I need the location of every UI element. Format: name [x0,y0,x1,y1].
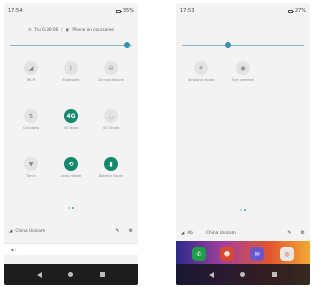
signal-icon: ◢ [9,228,13,234]
dnd-icon: ⊖ [104,61,118,75]
status-time: 17:53 [180,8,195,14]
phone-app-icon[interactable]: ✆ [192,247,206,261]
recents-icon[interactable] [271,272,277,277]
status-bar: 17:54 35% [4,3,138,19]
battery-icon [115,9,122,13]
network-row: ◢ China Unicom ✎ ⚙ [4,225,138,237]
pencil-icon[interactable]: ✎ [115,228,119,234]
comparison-canvas: 17:54 35% ⊙ Tru 0:30:00 | ◐ Phone on cou… [0,0,311,287]
timer-label: Tru 0:30:00 [34,27,59,32]
wifi-icon: ◢ [24,61,38,75]
brightness-slider[interactable] [10,42,132,48]
recents-icon[interactable] [99,272,105,277]
notification-icon: ▪ › [11,247,17,252]
quick-tile-label: Battery Saver [98,174,124,178]
quick-tile-label: 4G data [63,126,79,130]
page-dot [240,209,242,211]
quick-tile-label: 4G Shark [102,126,120,130]
quick-tile[interactable]: ◉ Eye comfort [229,61,257,82]
navigation-bar [176,264,310,285]
right-phone-screen: 17:53 27% ✈ Airplane mode ◉ Eye comfort ◢ A… [176,3,310,285]
quick-tile[interactable]: ▮ Battery Saver [97,157,125,178]
contacts-app-icon[interactable]: ☻ [220,247,234,261]
quick-tile-label: Cell data [23,126,39,130]
home-icon[interactable] [68,272,74,277]
page-dot [68,207,70,209]
quick-tile-label: Bluetooth [62,78,80,82]
timer-row[interactable]: ⊙ Tru 0:30:00 | ◐ Phone on coursaree [4,27,138,32]
page-indicator [4,207,138,209]
page-indicator [176,209,310,211]
quick-tile[interactable]: 4G 4G data [57,109,85,130]
eye-comfort-icon: ◉ [236,61,250,75]
carrier-secondary: Ab [187,230,193,236]
battery-saver-icon: ▮ [104,157,118,171]
status-time: 17:54 [8,8,23,14]
back-icon[interactable] [209,271,215,278]
battery-icon [287,9,294,13]
quick-tile-label: Torch [26,174,36,178]
quick-tile-label: Wi-Fi [26,78,36,82]
quick-tile[interactable]: ▼ Torch [17,157,45,178]
quick-tile-label: Do not disturb [98,78,124,82]
quick-tile[interactable]: ⊖ Do not disturb [97,61,125,82]
back-icon[interactable] [37,271,43,278]
bluetooth-icon: ᛒ [64,61,78,75]
brightness-slider[interactable] [182,42,304,48]
gear-icon[interactable]: ⚙ [129,228,133,234]
navigation-bar [4,264,138,285]
airplane-icon: ✈ [194,61,208,75]
data-saver-icon: ◡ [104,109,118,123]
phone-mode-label: Phone on coursaree [72,27,114,32]
quick-tile[interactable]: ✈ Airplane mode [187,61,215,82]
gear-icon[interactable]: ⚙ [301,230,305,236]
home-icon[interactable] [240,272,246,277]
auto-rotate-icon: ⟲ [64,157,78,171]
left-phone-screen: 17:54 35% ⊙ Tru 0:30:00 | ◐ Phone on cou… [4,3,138,285]
quick-tile[interactable]: ⟲ Auto-rotate [57,157,85,178]
quick-tile-label: Airplane mode [187,78,215,82]
battery-percent: 35% [122,8,134,14]
quick-tile-label: Auto-rotate [60,174,82,178]
quick-tile[interactable]: ◢ Wi-Fi [17,61,45,82]
quick-tile[interactable]: ᛒ Bluetooth [57,61,85,82]
brightness-knob[interactable] [225,42,231,48]
signal-icon: ◢ [181,230,185,236]
pencil-icon[interactable]: ✎ [287,230,291,236]
quick-tile[interactable]: ◡ 4G Shark [97,109,125,130]
brightness-knob[interactable] [124,42,130,48]
flashlight-icon: ▼ [24,157,38,171]
carrier-name: China Unicom [205,230,236,236]
timer-icon: ⊙ [27,27,32,32]
status-bar: 17:53 27% [176,3,310,19]
brightness-track [10,44,132,46]
quick-tile[interactable]: ⇅ Cell data [17,109,45,130]
4g-icon: 4G [64,109,78,123]
carrier-name: China Unicom [15,228,46,234]
battery-percent: 27% [294,8,306,14]
quick-tile-label: Eye comfort [232,78,254,82]
messages-app-icon[interactable]: ✉ [250,247,264,261]
notification-row[interactable]: ▪ › [4,243,138,255]
cellular-data-icon: ⇅ [24,109,38,123]
page-dot-active [72,207,74,209]
phone-mode-icon: ◐ [65,27,70,32]
brightness-track [182,44,304,46]
browser-app-icon[interactable]: ◎ [280,247,294,261]
network-row: ◢ Ab China Unicom ✎ ⚙ [176,227,310,239]
page-dot-active [244,209,246,211]
